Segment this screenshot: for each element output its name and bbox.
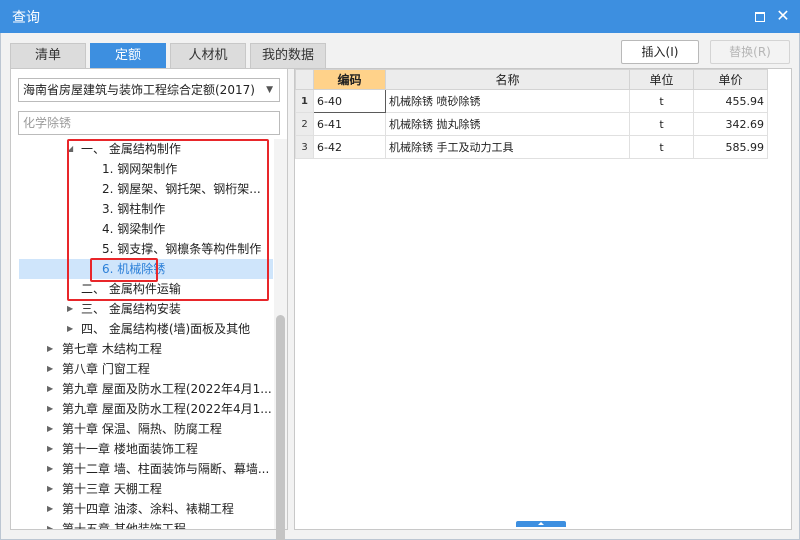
left-panel: 海南省房屋建筑与装饰工程综合定额(2017) ▼ ◢ 一、 金属结构制作 1. … <box>10 68 288 540</box>
expand-icon[interactable]: ▶ <box>47 459 57 479</box>
tab-my-data[interactable]: 我的数据 <box>250 43 326 69</box>
title-bar: 查询 ✕ <box>0 0 800 33</box>
tree-node-chapter-12[interactable]: ▶ 第十二章 墙、柱面装饰与隔断、幕墙... <box>11 459 273 479</box>
tree-node-chapter-9b[interactable]: ▶ 第九章 屋面及防水工程(2022年4月1... <box>11 399 273 419</box>
tree-node-chapter-14[interactable]: ▶ 第十四章 油漆、涂料、裱糊工程 <box>11 499 273 519</box>
collapse-icon[interactable]: ◢ <box>67 139 77 159</box>
tree-scrollbar[interactable] <box>274 139 287 540</box>
tree-node-chapter-10[interactable]: ▶ 第十章 保温、隔热、防腐工程 <box>11 419 273 439</box>
cell-name[interactable]: 机械除锈 抛丸除锈 <box>385 112 630 136</box>
chevron-down-icon[interactable]: ▼ <box>266 79 273 101</box>
cell-unit[interactable]: t <box>629 89 694 113</box>
tree-node-chapter-7[interactable]: ▶ 第七章 木结构工程 <box>11 339 273 359</box>
tree-node-chapter-9a[interactable]: ▶ 第九章 屋面及防水工程(2022年4月1... <box>11 379 273 399</box>
tree-node-item[interactable]: 3. 钢柱制作 <box>11 199 273 219</box>
tab-bill[interactable]: 清单 <box>10 43 86 69</box>
expand-icon[interactable]: ▶ <box>47 419 57 439</box>
row-number: 1 <box>295 89 314 113</box>
cell-code[interactable]: 6-40 <box>313 89 386 113</box>
table-row[interactable]: 1 6-40 机械除锈 喷砂除锈 t 455.94 <box>295 89 768 113</box>
cell-unit[interactable]: t <box>629 135 694 159</box>
library-select-value: 海南省房屋建筑与装饰工程综合定额(2017) <box>23 83 255 97</box>
tab-quota[interactable]: 定额 <box>90 43 166 69</box>
expand-icon[interactable]: ▶ <box>47 359 57 379</box>
cell-code[interactable]: 6-42 <box>313 135 386 159</box>
close-icon[interactable]: ✕ <box>775 8 791 24</box>
column-header-price[interactable]: 单价 <box>693 69 768 90</box>
tree-node-chapter-8[interactable]: ▶ 第八章 门窗工程 <box>11 359 273 379</box>
table-row[interactable]: 3 6-42 机械除锈 手工及动力工具 t 585.99 <box>295 135 768 159</box>
tree-node-section-3[interactable]: ▶ 三、 金属结构安装 <box>11 299 273 319</box>
tree-node-item[interactable]: 4. 钢梁制作 <box>11 219 273 239</box>
cell-price[interactable]: 455.94 <box>693 89 768 113</box>
tree-node-item[interactable]: 1. 钢网架制作 <box>11 159 273 179</box>
row-number: 2 <box>295 112 314 136</box>
panel-collapse-handle[interactable] <box>516 521 566 527</box>
expand-icon[interactable]: ▶ <box>47 399 57 419</box>
cell-price[interactable]: 585.99 <box>693 135 768 159</box>
expand-icon[interactable]: ▶ <box>47 499 57 519</box>
cell-code[interactable]: 6-41 <box>313 112 386 136</box>
expand-icon[interactable]: ▶ <box>67 319 77 339</box>
grid-header-row: 编码 名称 单位 单价 <box>295 69 768 90</box>
cell-name[interactable]: 机械除锈 手工及动力工具 <box>385 135 630 159</box>
tree-node-section-2[interactable]: 二、 金属构件运输 <box>11 279 273 299</box>
window-title: 查询 <box>12 10 40 26</box>
library-select[interactable]: 海南省房屋建筑与装饰工程综合定额(2017) ▼ <box>18 78 280 102</box>
tree-node-section-4[interactable]: ▶ 四、 金属结构楼(墙)面板及其他 <box>11 319 273 339</box>
column-header-code[interactable]: 编码 <box>313 69 386 90</box>
expand-icon[interactable]: ▶ <box>47 519 57 529</box>
expand-icon[interactable]: ▶ <box>47 479 57 499</box>
column-header-unit[interactable]: 单位 <box>629 69 694 90</box>
insert-button[interactable]: 插入(I) <box>621 40 699 64</box>
cell-unit[interactable]: t <box>629 112 694 136</box>
cell-price[interactable]: 342.69 <box>693 112 768 136</box>
tree-node-chapter-15[interactable]: ▶ 第十五章 其他装饰工程 <box>11 519 273 529</box>
tree-node-section-1[interactable]: ◢ 一、 金属结构制作 <box>11 139 273 159</box>
grid-corner <box>295 69 314 90</box>
tree-node-chapter-11[interactable]: ▶ 第十一章 楼地面装饰工程 <box>11 439 273 459</box>
scrollbar-thumb[interactable] <box>276 315 285 540</box>
results-grid: 编码 名称 单位 单价 1 6-40 机械除锈 喷砂除锈 t 455.94 2 … <box>295 69 768 159</box>
tab-labor-material-machine[interactable]: 人材机 <box>170 43 246 69</box>
results-panel: 编码 名称 单位 单价 1 6-40 机械除锈 喷砂除锈 t 455.94 2 … <box>294 68 792 530</box>
maximize-icon[interactable] <box>752 8 768 24</box>
expand-icon[interactable]: ▶ <box>47 439 57 459</box>
cell-name[interactable]: 机械除锈 喷砂除锈 <box>385 89 630 113</box>
row-number: 3 <box>295 135 314 159</box>
column-header-name[interactable]: 名称 <box>385 69 630 90</box>
expand-icon[interactable]: ▶ <box>47 379 57 399</box>
expand-icon[interactable]: ▶ <box>67 299 77 319</box>
tree-node-selected[interactable]: 6. 机械除锈 <box>19 259 273 279</box>
table-row[interactable]: 2 6-41 机械除锈 抛丸除锈 t 342.69 <box>295 112 768 136</box>
tree-node-item[interactable]: 2. 钢屋架、钢托架、钢桁架... <box>11 179 273 199</box>
tree-node-chapter-13[interactable]: ▶ 第十三章 天棚工程 <box>11 479 273 499</box>
expand-icon[interactable]: ▶ <box>47 339 57 359</box>
search-input[interactable] <box>18 111 280 135</box>
replace-button[interactable]: 替换(R) <box>710 40 790 64</box>
tree-node-item[interactable]: 5. 钢支撑、钢檩条等构件制作 <box>11 239 273 259</box>
tree-view: ◢ 一、 金属结构制作 1. 钢网架制作 2. 钢屋架、钢托架、钢桁架... 3… <box>11 139 273 529</box>
